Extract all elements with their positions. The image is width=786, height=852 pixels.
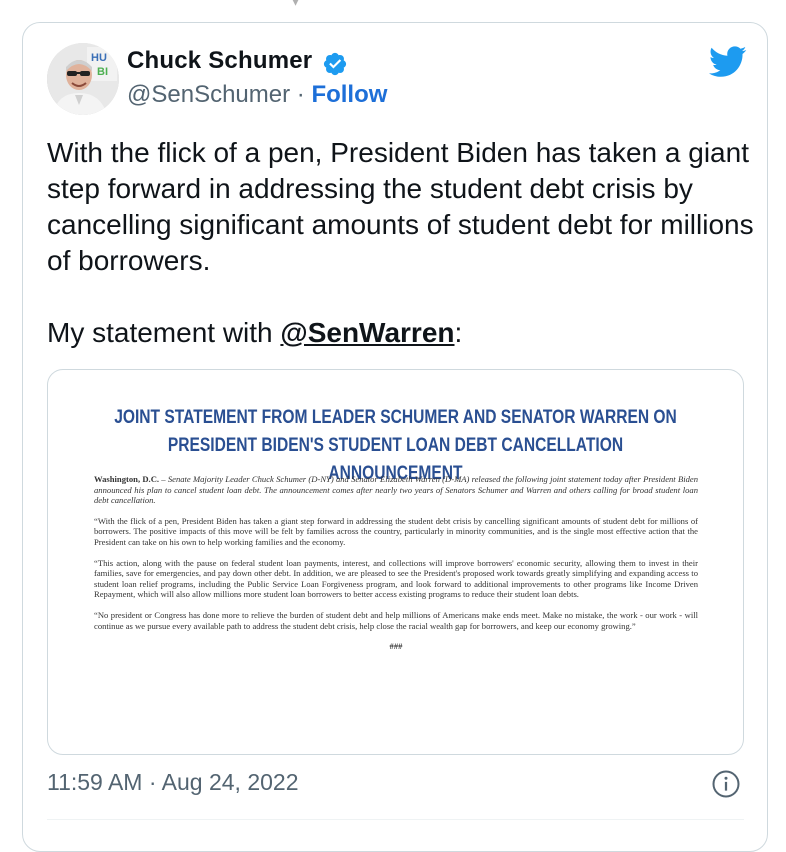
tweet-text: With the flick of a pen, President Biden… (47, 135, 757, 351)
tweet-suffix: : (454, 317, 463, 348)
tweet-prefix: My statement with (47, 317, 281, 348)
author-name[interactable]: Chuck Schumer (127, 47, 312, 75)
separator-dot: · (290, 81, 312, 108)
twitter-bird-icon[interactable] (709, 45, 747, 79)
statement-body: Washington, D.C. – Senate Majority Leade… (94, 474, 698, 652)
statement-end-mark: ### (389, 641, 403, 652)
avatar[interactable]: HU BI (47, 43, 119, 115)
follow-button[interactable]: Follow (311, 81, 387, 108)
tweet-main-text: With the flick of a pen, President Biden… (47, 137, 754, 276)
cropped-top-text: ▾ (290, 0, 350, 11)
statement-paragraph-1: Washington, D.C. – Senate Majority Leade… (94, 474, 698, 506)
mention-link[interactable]: @SenWarren (280, 317, 454, 348)
attached-image[interactable]: JOINT STATEMENT FROM LEADER SCHUMER AND … (47, 369, 744, 755)
avatar-photo: HU BI (47, 43, 119, 115)
author-handle[interactable]: @SenSchumer (127, 81, 290, 108)
statement-paragraph-2: “With the flick of a pen, President Bide… (94, 515, 698, 547)
dateline: Washington, D.C. (94, 474, 160, 484)
statement-paragraph-3: “This action, along with the pause on fe… (94, 557, 698, 600)
statement-paragraph-4: “No president or Congress has done more … (94, 609, 698, 631)
info-icon[interactable] (711, 769, 741, 799)
handle-row: @SenSchumer · Follow (127, 81, 387, 109)
verified-badge-icon (323, 52, 347, 76)
svg-text:HU: HU (91, 52, 107, 64)
statement-title-line1: JOINT STATEMENT FROM LEADER SCHUMER AND … (114, 407, 677, 428)
tweet-card: HU BI Chuck Schumer @SenSchumer · Follow… (22, 22, 768, 852)
svg-text:BI: BI (97, 66, 108, 78)
statement-intro: – Senate Majority Leader Chuck Schumer (… (94, 474, 698, 506)
tweet-timestamp[interactable]: 11:59 AM · Aug 24, 2022 (47, 769, 298, 796)
